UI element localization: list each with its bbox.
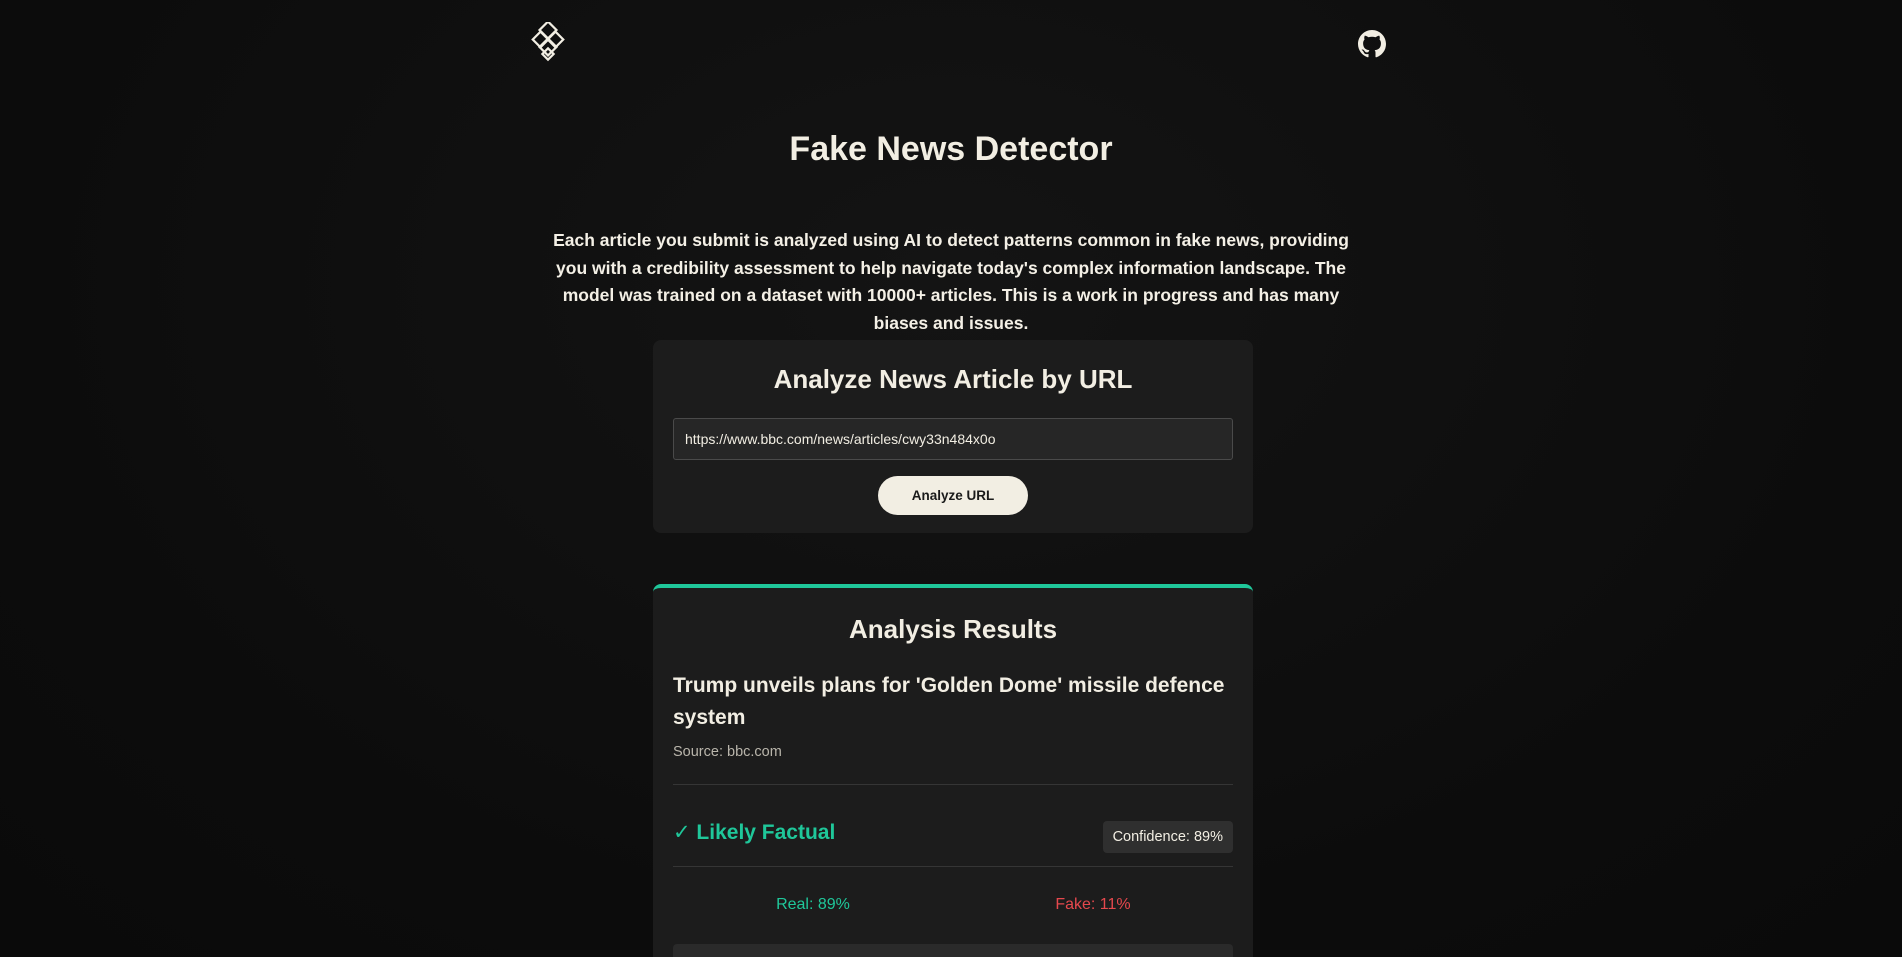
article-source: Source: bbc.com [673, 744, 782, 760]
results-heading: Analysis Results [848, 614, 1058, 644]
url-card-heading: Analyze News Article by URL [773, 364, 1133, 394]
page-description: Each article you submit is analyzed usin… [553, 230, 1349, 333]
divider [673, 784, 1233, 785]
verdict-label: ✓ Likely Factual [673, 821, 836, 844]
analyze-url-button[interactable]: Analyze URL [878, 476, 1028, 515]
url-input[interactable] [673, 418, 1233, 460]
top-bar [530, 19, 1386, 66]
url-analysis-card: Analyze News Article by URL Analyze URL [653, 340, 1253, 533]
page-title: Fake News Detector [789, 130, 1113, 168]
fake-percentage: Fake: 11% [1055, 896, 1131, 913]
real-percentage: Real: 89% [776, 896, 850, 913]
divider [673, 866, 1233, 867]
knot-logo-icon[interactable] [530, 19, 566, 62]
article-title: Trump unveils plans for 'Golden Dome' mi… [673, 674, 1225, 729]
page: Fake News Detector Each article you subm… [0, 0, 1902, 957]
results-card: Analysis Results Trump unveils plans for… [653, 584, 1253, 957]
probability-bar [673, 944, 1233, 957]
confidence-badge: Confidence: 89% [1102, 821, 1233, 853]
github-icon[interactable] [1358, 30, 1386, 58]
